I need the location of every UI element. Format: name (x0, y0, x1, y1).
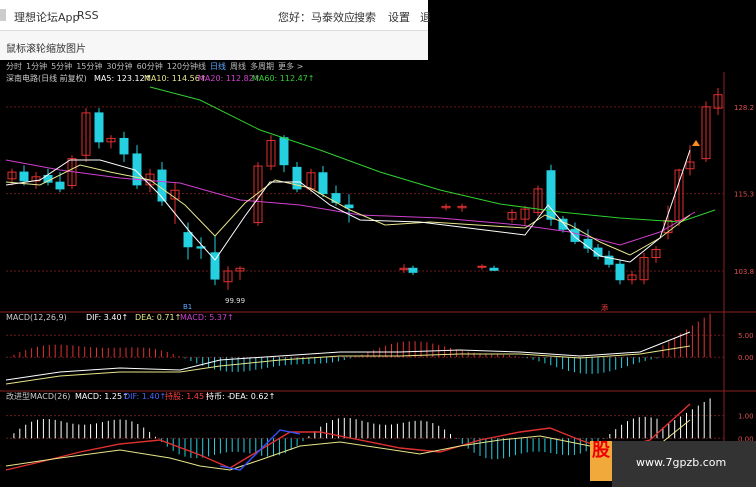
macd1-dif: DIF: 3.40↑ (86, 313, 128, 322)
macd1-tick-1: 0.00 (738, 354, 754, 362)
watermark-logo: 股 (590, 441, 612, 481)
stock-chart: 128.2115.3103.8 5.000.00 1.000.00 深南电路(日… (0, 72, 756, 471)
macd1-tick-0: 5.00 (738, 332, 754, 340)
b1-marker: B1 (183, 303, 192, 311)
macd2-dif: DIF: 1.40↑ (124, 392, 166, 401)
macd1-macd: MACD: 5.37↑ (180, 313, 234, 322)
watermark-site: www.7gpzb.com (636, 456, 727, 469)
ma60-label: MA60: 112.47↑ (252, 74, 315, 83)
candle-body-30 (408, 267, 418, 273)
candle-body-12 (157, 169, 167, 202)
macd2-title: 改进型MACD(26) (6, 391, 70, 401)
candle-body-14 (183, 232, 193, 248)
macd2-hold: 持股: 1.45↑ (165, 391, 211, 401)
candle-body-4 (55, 181, 65, 190)
macd2-macd: MACD: 1.25↑ (75, 392, 129, 401)
macd2-hold-coin: 持币: - (206, 391, 230, 401)
candle-body-1 (19, 171, 29, 182)
macd2-dea: DEA: 0.62↑ (229, 392, 275, 401)
low-price-label: 99.99 (225, 297, 245, 305)
candle-body-21 (279, 137, 289, 166)
candle-body-42 (615, 263, 625, 281)
candle-body-24 (318, 172, 328, 195)
main-tick-2: 103.8 (734, 268, 754, 276)
macd2-tick-0: 1.00 (738, 413, 754, 421)
ma20-line (5, 159, 696, 246)
macd1-title: MACD(12,26,9) (6, 313, 67, 322)
candle-body-32 (489, 267, 499, 271)
stock-title: 深南电路(日线 前复权) (6, 73, 87, 83)
red-marker: 添 (601, 303, 608, 312)
candle-body-7 (94, 112, 104, 143)
main-tick-0: 128.2 (734, 104, 754, 112)
signal-triangle-icon (692, 140, 700, 146)
candle-body-9 (119, 137, 129, 155)
candle-body-31 (477, 265, 487, 268)
ma5-label: MA5: 123.12↑ (94, 74, 151, 83)
macd1-dea: DEA: 0.71↑ (135, 313, 181, 322)
main-tick-1: 115.3 (734, 191, 754, 199)
